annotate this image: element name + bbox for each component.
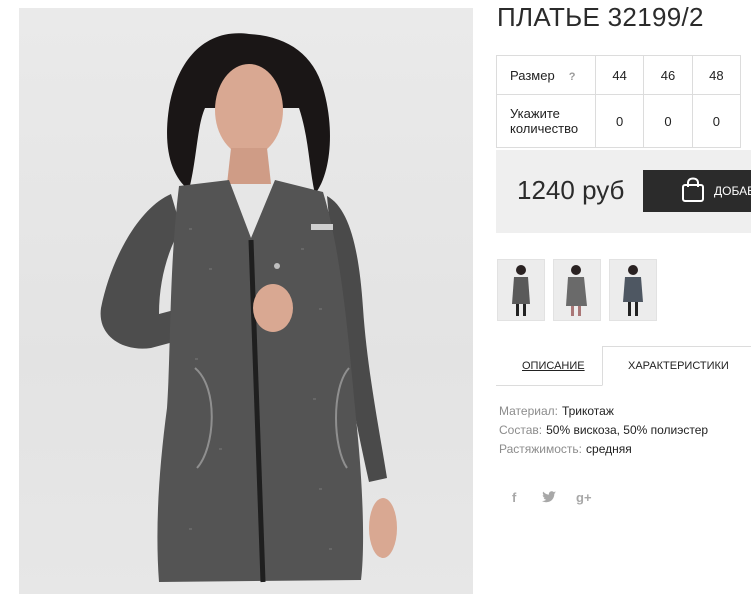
spec-row: Материал: Трикотаж	[499, 402, 708, 421]
price-panel: 1240 руб ДОБАВ	[496, 150, 751, 233]
spec-key: Материал:	[499, 404, 558, 418]
quantity-label: Укажите количество	[496, 94, 596, 148]
size-help-icon[interactable]: ?	[569, 71, 576, 83]
size-quantity-table: Размер? 44 46 48 Укажите количество 0 0 …	[496, 55, 742, 148]
quantity-input-46[interactable]: 0	[643, 94, 693, 148]
price: 1240 руб	[517, 175, 625, 205]
size-48: 48	[691, 55, 742, 95]
thumbnail-2[interactable]	[553, 259, 601, 321]
size-46: 46	[643, 55, 693, 95]
product-title: ПЛАТЬЕ 32199/2	[497, 2, 704, 32]
product-specs: Материал: Трикотаж Состав: 50% вискоза, 50…	[499, 402, 708, 459]
spec-value: средняя	[586, 442, 632, 456]
spec-key: Состав:	[499, 423, 543, 437]
product-main-image[interactable]	[19, 8, 473, 594]
quantity-row: Укажите количество 0 0 0	[496, 94, 742, 148]
google-plus-icon[interactable]: g+	[576, 490, 592, 505]
spec-value: Трикотаж	[561, 404, 614, 418]
thumbnail-2-image	[554, 260, 600, 320]
size-label-cell: Размер?	[496, 55, 596, 95]
size-label: Размер	[510, 67, 555, 83]
tab-characteristics-label: ХАРАКТЕРИСТИКИ	[628, 360, 729, 372]
tab-characteristics[interactable]: ХАРАКТЕРИСТИКИ	[602, 346, 751, 386]
thumbnail-3-image	[610, 260, 656, 320]
add-to-cart-label: ДОБАВ	[714, 184, 751, 198]
thumbnail-1-image	[498, 260, 544, 320]
tab-description[interactable]: ОПИСАНИЕ	[522, 360, 585, 372]
size-44: 44	[594, 55, 645, 95]
spec-value: 50% вискоза, 50% полиэстер	[546, 423, 709, 437]
spec-row: Растяжимость: средняя	[499, 440, 708, 459]
model-illustration	[100, 33, 397, 583]
twitter-icon[interactable]	[542, 491, 556, 506]
shopping-bag-icon	[681, 176, 705, 206]
add-to-cart-button[interactable]: ДОБАВ	[643, 170, 751, 212]
quantity-input-48[interactable]: 0	[691, 94, 742, 148]
size-row: Размер? 44 46 48	[496, 55, 742, 95]
product-tabs: ОПИСАНИЕ ХАРАКТЕРИСТИКИ	[496, 346, 751, 386]
facebook-icon[interactable]: f	[512, 490, 516, 505]
thumbnail-3[interactable]	[609, 259, 657, 321]
tab-divider	[496, 385, 602, 386]
spec-row: Состав: 50% вискоза, 50% полиэстер	[499, 421, 708, 440]
spec-key: Растяжимость:	[499, 442, 583, 456]
quantity-input-44[interactable]: 0	[594, 94, 645, 148]
thumbnail-1[interactable]	[497, 259, 545, 321]
